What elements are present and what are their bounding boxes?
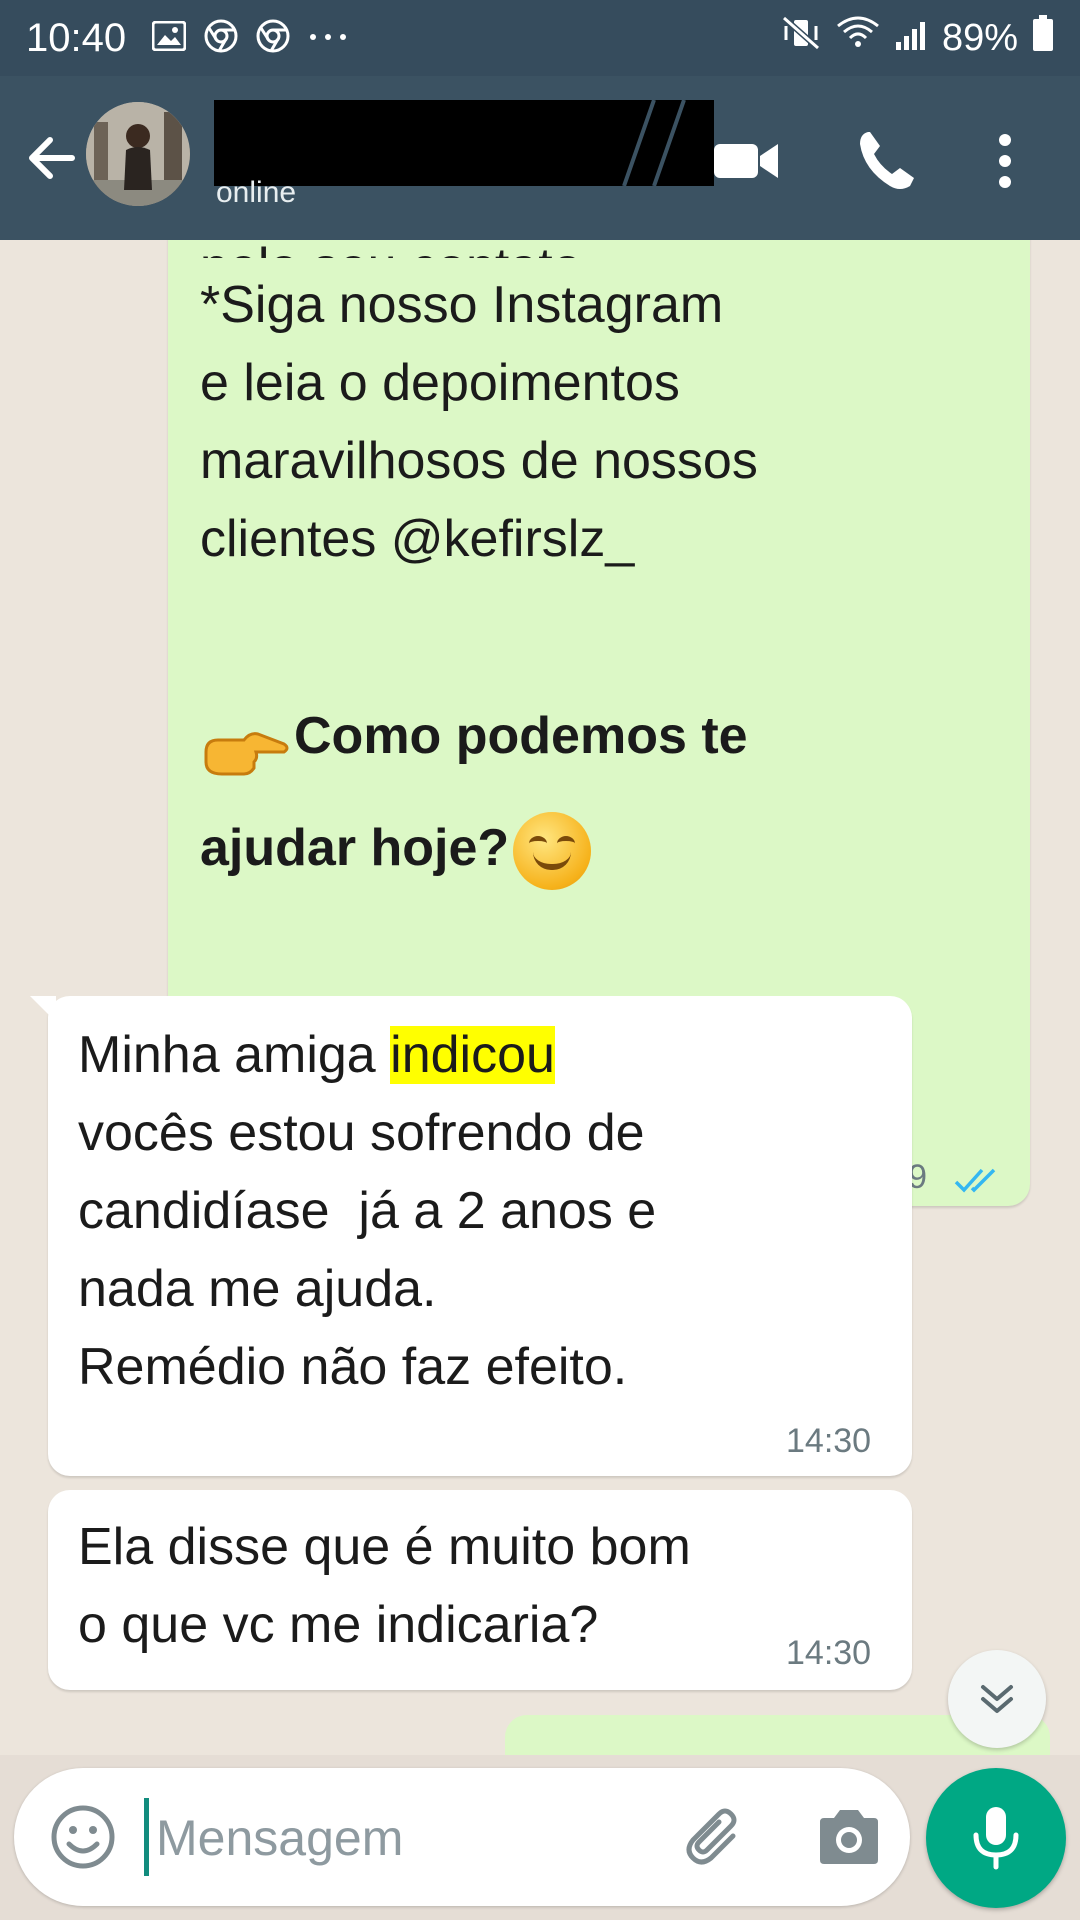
redaction-mark	[622, 100, 686, 186]
message-text-part: Minha amiga	[78, 1026, 391, 1084]
chat-header: online	[0, 76, 1080, 240]
voice-call-icon	[860, 132, 914, 189]
contact-name-redacted[interactable]	[214, 100, 714, 186]
attach-button[interactable]	[679, 1802, 749, 1872]
message-text: *Siga nosso Instagram e leia o depoiment…	[200, 276, 758, 568]
message-bold-line: Como podemos te ajudar hoje?	[200, 680, 1000, 904]
battery-icon	[1032, 15, 1054, 61]
message-text-part: vocês estou sofrendo de candidíase já a …	[78, 1104, 657, 1396]
status-time: 10:40	[26, 15, 127, 60]
status-right: 89%	[781, 15, 1054, 61]
back-button[interactable]	[22, 128, 82, 188]
read-ticks-icon	[954, 1168, 996, 1193]
emoji-icon	[51, 1805, 115, 1869]
message-text: Minha amiga indicou vocês estou sofrendo…	[78, 1016, 878, 1406]
more-dots-icon	[308, 29, 348, 47]
contact-status: online	[216, 176, 297, 209]
chrome-icon	[256, 19, 290, 58]
text-caret	[144, 1798, 149, 1876]
menu-icon	[999, 134, 1011, 188]
video-call-button[interactable]	[712, 126, 782, 196]
battery-percent: 89%	[941, 16, 1018, 59]
emoji-button[interactable]	[48, 1802, 118, 1872]
back-arrow-icon	[29, 137, 75, 179]
pointing-hand-emoji	[200, 709, 290, 776]
paperclip-icon	[686, 1808, 737, 1865]
message-input[interactable]	[156, 1798, 656, 1878]
microphone-icon	[973, 1807, 1019, 1870]
status-bar: 10:40 89%	[0, 0, 1080, 76]
camera-icon	[820, 1810, 878, 1864]
avatar[interactable]	[86, 102, 190, 206]
voice-record-button[interactable]	[926, 1768, 1066, 1908]
chrome-icon	[204, 19, 238, 58]
message-time: 14:30	[786, 1634, 872, 1672]
camera-button[interactable]	[814, 1804, 884, 1870]
message-composer	[14, 1768, 910, 1906]
smiling-face-emoji	[513, 812, 592, 891]
video-call-icon	[714, 144, 778, 178]
overflow-menu-button[interactable]	[980, 126, 1030, 196]
message-incoming[interactable]: Minha amiga indicou vocês estou sofrendo…	[30, 996, 912, 1476]
scroll-to-bottom-button[interactable]	[948, 1650, 1046, 1748]
image-icon	[151, 20, 187, 56]
message-incoming[interactable]: Ela disse que é muito bom o que vc me in…	[48, 1490, 912, 1690]
voice-call-button[interactable]	[852, 126, 922, 196]
message-clipped-line: pelo seu contato.	[200, 240, 596, 258]
mute-vibrate-icon	[781, 15, 822, 60]
bubble-tail	[30, 996, 56, 1022]
chat-area[interactable]: pelo seu contato. *Siga nosso Instagram …	[0, 240, 1080, 1755]
signal-icon	[894, 17, 928, 60]
message-time: 14:30	[786, 1422, 872, 1460]
message-text: Ela disse que é muito bom o que vc me in…	[78, 1518, 691, 1654]
avatar-photo	[86, 102, 190, 206]
double-chevron-down-icon	[981, 1685, 1013, 1713]
wifi-icon	[836, 16, 880, 60]
highlighted-word: indicou	[390, 1026, 555, 1084]
